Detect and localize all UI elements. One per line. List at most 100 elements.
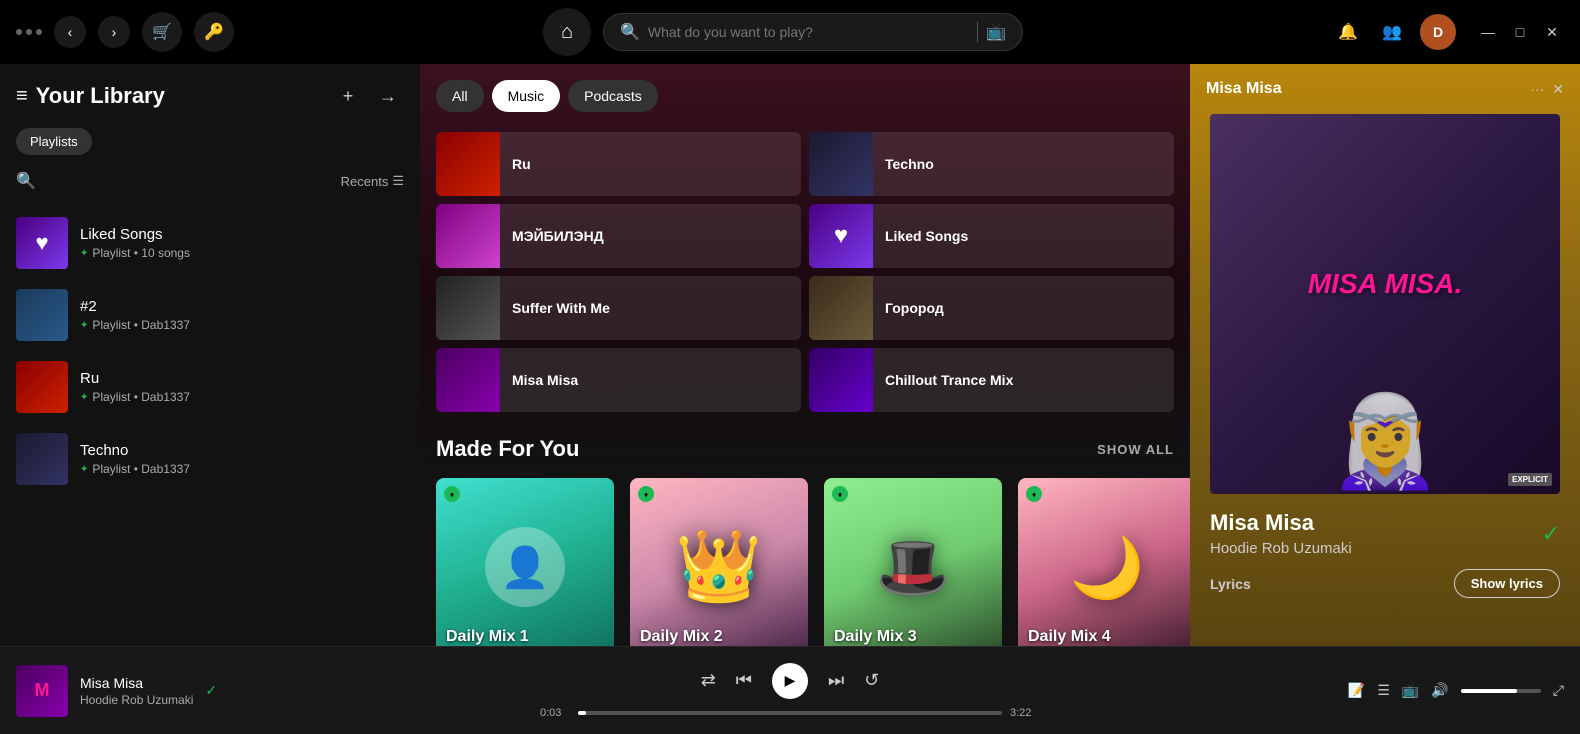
sidebar-item-techno[interactable]: Techno ✦ Playlist • Dab1337	[0, 423, 420, 495]
made-for-you-title: Made For You	[436, 436, 579, 462]
back-button[interactable]: ‹	[54, 16, 86, 48]
daily-mix-4-label: Daily Mix 4	[1028, 628, 1111, 646]
progress-bar[interactable]	[578, 711, 1002, 715]
volume-button[interactable]: 🔊	[1431, 682, 1448, 699]
daily-mix-2-thumb: ♦ 👑 Daily Mix 2	[630, 478, 808, 646]
ru-green-dot: ✦	[80, 392, 88, 403]
ru-sub: ✦ Playlist • Dab1337	[80, 390, 190, 404]
sidebar-item-2[interactable]: #2 ✦ Playlist • Dab1337	[0, 279, 420, 351]
playlist-card-suffer[interactable]: Suffer With Me	[436, 276, 801, 340]
filter-all[interactable]: All	[436, 80, 484, 112]
device-button[interactable]: 📺	[1402, 682, 1419, 699]
volume-bar[interactable]	[1461, 689, 1541, 693]
playlist-card-chillout[interactable]: Chillout Trance Mix	[809, 348, 1174, 412]
show-all-button[interactable]: Show all	[1097, 442, 1174, 457]
playlist-card-ru[interactable]: Ru	[436, 132, 801, 196]
ru-info: Ru ✦ Playlist • Dab1337	[80, 370, 190, 404]
daily-mix-4[interactable]: ♦ 🌙 Daily Mix 4 Luna Novina, Jurrivh,	[1018, 478, 1190, 646]
daily-mix-1[interactable]: ♦ 👤 Daily Mix 1 Oxxxymiron, ATL,	[436, 478, 614, 646]
playlists-filter-pill[interactable]: Playlists	[16, 128, 92, 155]
daily-mix-3-label: Daily Mix 3	[834, 628, 917, 646]
expand-library-button[interactable]: →	[372, 80, 404, 112]
playlist-card-gorgorod[interactable]: Горород	[809, 276, 1174, 340]
add-library-button[interactable]: +	[332, 80, 364, 112]
item2-sub: ✦ Playlist • Dab1337	[80, 318, 190, 332]
ru-card-thumb	[436, 132, 500, 196]
topbar-center: ⌂ 🔍 📺	[246, 8, 1320, 56]
sidebar-recents[interactable]: Recents ☰	[341, 173, 404, 189]
player-controls: ⇄ ⏮ ▶ ⏭ ↺ 0:03 3:22	[296, 663, 1284, 719]
shuffle-button[interactable]: ⇄	[701, 670, 716, 691]
playlist-card-misa[interactable]: Misa Misa	[436, 348, 801, 412]
bell-button[interactable]: 🔔	[1332, 16, 1364, 48]
sidebar-item-liked-songs[interactable]: ♥ Liked Songs ✦ Playlist • 10 songs	[0, 207, 420, 279]
right-controls: 📝 ☰ 📺 🔊 ⤢	[1284, 682, 1564, 699]
right-panel-more-button[interactable]: ···	[1530, 81, 1544, 98]
album-art-image: 🧝‍♀️ MISA MISA. EXPLICIT	[1210, 114, 1560, 494]
daily-mix-3[interactable]: ♦ 🎩 Daily Mix 3 Borrtex, a vow, Parting	[824, 478, 1002, 646]
lyrics-header: Lyrics Show lyrics	[1210, 569, 1560, 598]
close-button[interactable]: ✕	[1540, 20, 1564, 44]
show-lyrics-button[interactable]: Show lyrics	[1454, 569, 1560, 598]
key-button[interactable]: 🔑	[194, 12, 234, 52]
daily-mix-2[interactable]: ♦ 👑 Daily Mix 2 Comb4t, Alx Beats,	[630, 478, 808, 646]
search-input[interactable]	[648, 24, 969, 40]
queue-button[interactable]: ☰	[1377, 682, 1390, 699]
album-art: 🧝‍♀️ MISA MISA. EXPLICIT	[1210, 114, 1560, 494]
minimize-button[interactable]: —	[1476, 20, 1500, 44]
now-playing-info: Misa Misa Hoodie Rob Uzumaki	[80, 675, 193, 707]
rp-song-artist: Hoodie Rob Uzumaki	[1210, 540, 1352, 557]
main-layout: ≡ Your Library + → Playlists 🔍 Recents ☰…	[0, 64, 1580, 646]
gorgorod-card-name: Горород	[885, 300, 944, 316]
ru-thumb	[16, 361, 68, 413]
rp-song-title: Misa Misa	[1210, 510, 1352, 536]
bottom-bar: M Misa Misa Hoodie Rob Uzumaki ✓ ⇄ ⏮ ▶ ⏭…	[0, 646, 1580, 734]
rp-song-details: Misa Misa Hoodie Rob Uzumaki	[1210, 510, 1352, 557]
lyrics-section: Lyrics Show lyrics	[1190, 569, 1580, 598]
filter-tabs: All Music Podcasts	[436, 80, 1174, 112]
avatar-button[interactable]: D	[1420, 14, 1456, 50]
progress-fill	[578, 711, 586, 715]
play-pause-button[interactable]: ▶	[772, 663, 808, 699]
item2-thumb	[16, 289, 68, 341]
sidebar-search-icon[interactable]: 🔍	[16, 171, 36, 191]
rp-check-icon: ✓	[1542, 521, 1560, 547]
playlist-card-meybiland[interactable]: МЭЙБИЛЭНД	[436, 204, 801, 268]
player-buttons: ⇄ ⏮ ▶ ⏭ ↺	[701, 663, 880, 699]
loop-button[interactable]: ↺	[864, 670, 879, 691]
item2-info: #2 ✦ Playlist • Dab1337	[80, 298, 190, 332]
right-panel-close-button[interactable]: ✕	[1552, 81, 1564, 98]
daily-mix-2-label: Daily Mix 2	[640, 628, 723, 646]
playlist-card-techno[interactable]: Techno	[809, 132, 1174, 196]
fullscreen-button[interactable]: ⤢	[1553, 682, 1564, 699]
topbar-right: 🔔 👥 D — □ ✕	[1332, 14, 1564, 50]
cart-button[interactable]: 🛒	[142, 12, 182, 52]
filter-music[interactable]: Music	[492, 80, 561, 112]
ru-name: Ru	[80, 370, 190, 387]
lyrics-button[interactable]: 📝	[1348, 682, 1365, 699]
album-art-text: MISA MISA.	[1308, 268, 1463, 300]
next-button[interactable]: ⏭	[828, 670, 844, 691]
forward-button[interactable]: ›	[98, 16, 130, 48]
techno-sub: ✦ Playlist • Dab1337	[80, 462, 190, 476]
now-playing: M Misa Misa Hoodie Rob Uzumaki ✓	[16, 665, 296, 717]
chillout-card-name: Chillout Trance Mix	[885, 372, 1013, 388]
playlist-card-liked[interactable]: ♥ Liked Songs	[809, 204, 1174, 268]
techno-name: Techno	[80, 442, 190, 459]
meybiland-card-name: МЭЙБИЛЭНД	[512, 228, 604, 244]
sidebar-item-ru[interactable]: Ru ✦ Playlist • Dab1337	[0, 351, 420, 423]
prev-button[interactable]: ⏮	[736, 670, 752, 691]
filter-podcasts[interactable]: Podcasts	[568, 80, 658, 112]
maximize-button[interactable]: □	[1508, 20, 1532, 44]
lyrics-label: Lyrics	[1210, 576, 1251, 592]
right-panel-actions: ··· ✕	[1530, 81, 1564, 98]
daily-mix-1-thumb: ♦ 👤 Daily Mix 1	[436, 478, 614, 646]
home-button[interactable]: ⌂	[543, 8, 591, 56]
liked-songs-thumb: ♥	[16, 217, 68, 269]
liked-songs-name: Liked Songs	[80, 226, 190, 243]
daily-mix-grid: ♦ 👤 Daily Mix 1 Oxxxymiron, ATL, ♦ 👑	[436, 478, 1174, 646]
friends-button[interactable]: 👥	[1376, 16, 1408, 48]
now-playing-check-icon: ✓	[205, 682, 217, 699]
recents-label: Recents	[341, 174, 389, 189]
meybiland-card-thumb	[436, 204, 500, 268]
